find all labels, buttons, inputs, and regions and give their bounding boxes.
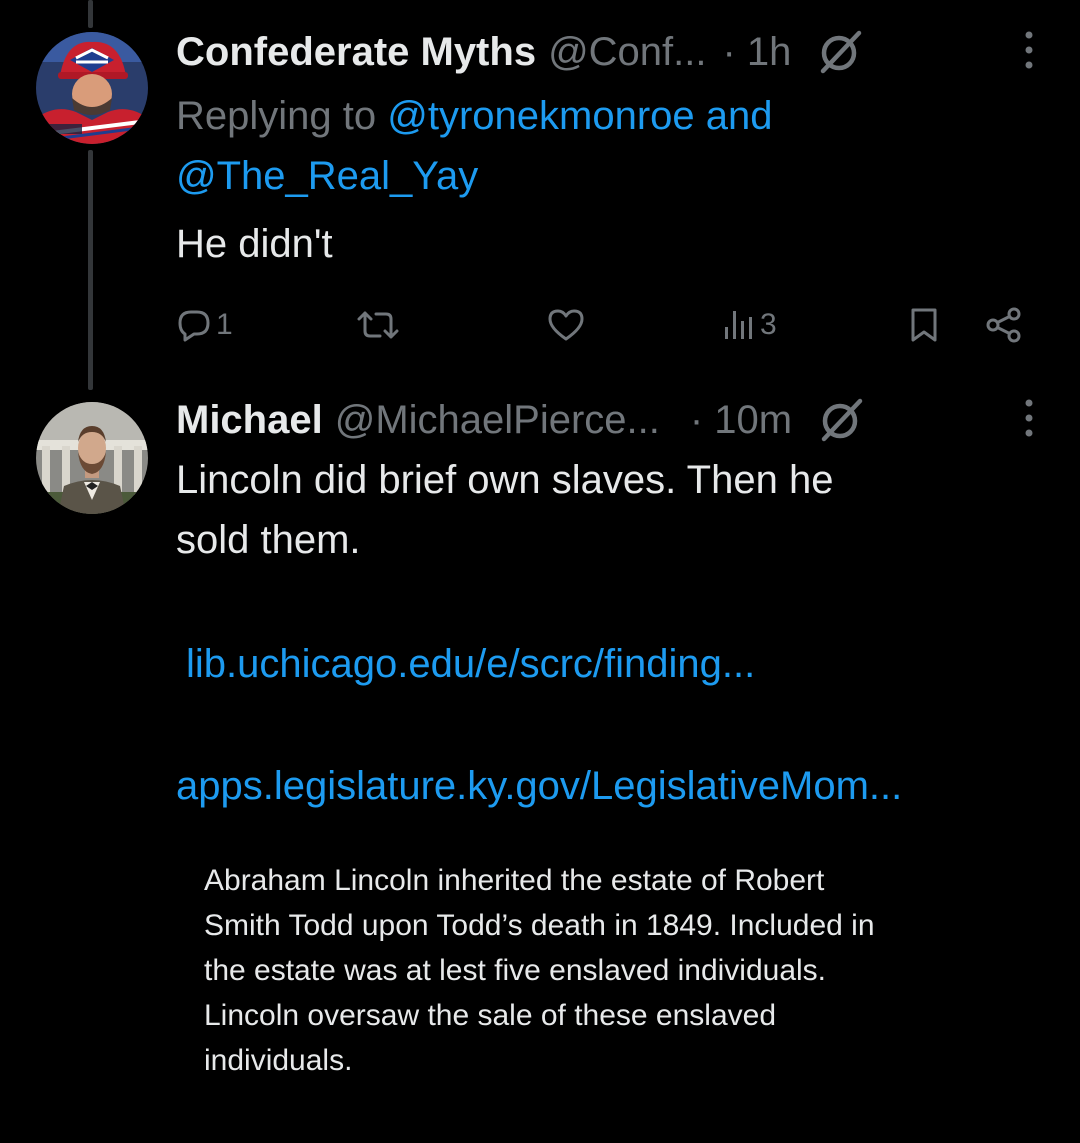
- tweet-header: Confederate Myths @Conf... · 1h: [176, 22, 1050, 82]
- reply-user-link[interactable]: @tyronekmonroe: [387, 94, 694, 138]
- reply-icon: [178, 310, 210, 342]
- user-handle[interactable]: @Conf...: [548, 30, 706, 75]
- link-uchicago[interactable]: lib.uchicago.edu/e/scrc/finding...: [186, 634, 755, 694]
- excerpt-line: individuals.: [204, 1044, 353, 1077]
- tweet-text: Lincoln did brief own slaves. Then he so…: [176, 450, 833, 570]
- reply-count: 1: [216, 308, 233, 341]
- like-icon: [548, 309, 584, 341]
- display-name[interactable]: Michael: [176, 398, 323, 443]
- link-legislature[interactable]: apps.legislature.ky.gov/LegislativeMom..…: [176, 756, 902, 816]
- excerpt-line: Smith Todd upon Todd’s death in 1849. In…: [204, 909, 875, 942]
- avatar-michael[interactable]: [36, 402, 148, 514]
- tweet-text-line: sold them.: [176, 518, 361, 562]
- thread-line-top: [88, 0, 93, 28]
- thread-line: [88, 150, 93, 390]
- timestamp[interactable]: · 10m: [690, 398, 792, 443]
- more-options-icon[interactable]: [1022, 28, 1036, 72]
- replying-to-label: Replying to: [176, 94, 388, 138]
- more-options-icon[interactable]: [1022, 396, 1036, 440]
- share-button[interactable]: [984, 300, 1024, 350]
- grok-icon[interactable]: [817, 29, 863, 75]
- replying-to: Replying to @tyronekmonroe and @The_Real…: [176, 86, 773, 206]
- avatar-confederate-myths[interactable]: [36, 32, 148, 144]
- excerpt-line: the estate was at lest five enslaved ind…: [204, 954, 827, 987]
- user-handle[interactable]: @MichaelPierce...: [335, 398, 660, 443]
- views-button[interactable]: 3: [722, 300, 777, 350]
- tweet-text: He didn't: [176, 222, 333, 266]
- bookmark-icon: [911, 308, 937, 342]
- retweet-button[interactable]: [356, 300, 400, 350]
- quoted-excerpt: Abraham Lincoln inherited the estate of …: [204, 858, 1024, 1083]
- avatar-image: [36, 32, 148, 144]
- reply-button[interactable]: 1: [176, 300, 233, 350]
- reply-and-text: and: [694, 94, 773, 138]
- views-count: 3: [760, 308, 777, 341]
- tweet-text-line: Lincoln did brief own slaves. Then he: [176, 458, 834, 502]
- like-button[interactable]: [546, 300, 586, 350]
- excerpt-line: Lincoln oversaw the sale of these enslav…: [204, 999, 777, 1032]
- bookmark-button[interactable]: [908, 300, 940, 350]
- tweet-header: Michael @MichaelPierce... · 10m: [176, 390, 1050, 450]
- grok-icon[interactable]: [818, 397, 864, 443]
- timestamp[interactable]: · 1h: [723, 30, 792, 75]
- display-name[interactable]: Confederate Myths: [176, 30, 536, 75]
- excerpt-line: Abraham Lincoln inherited the estate of …: [204, 864, 825, 897]
- reply-user-link-2[interactable]: @The_Real_Yay: [176, 154, 478, 198]
- avatar-image: [36, 402, 148, 514]
- tweet-actions: 1 3: [176, 300, 1036, 350]
- share-icon: [986, 307, 1021, 343]
- views-icon: [725, 311, 752, 339]
- retweet-icon: [357, 311, 399, 339]
